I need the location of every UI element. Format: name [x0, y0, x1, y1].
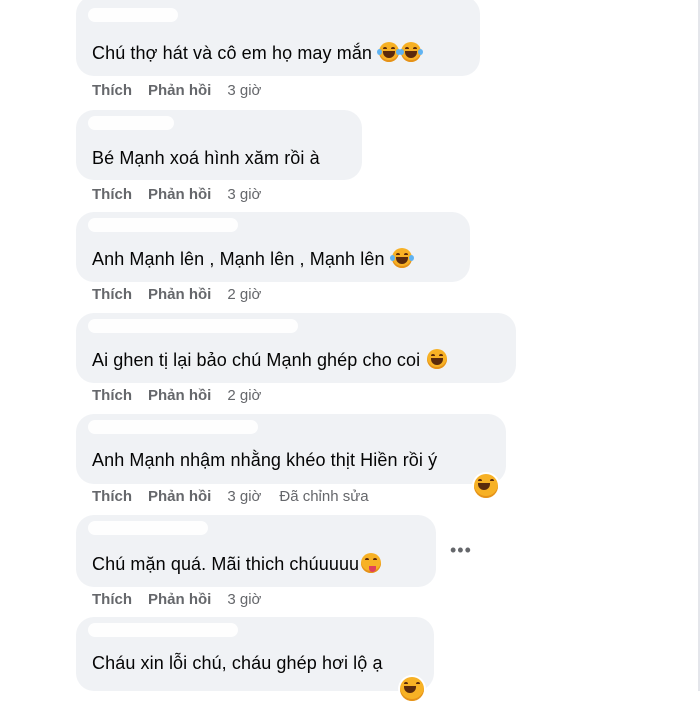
author-name-redacted[interactable]	[88, 420, 258, 434]
tongue-emoji-icon	[361, 553, 382, 573]
comment-bubble: Anh Mạnh lên , Mạnh lên , Mạnh lên	[76, 212, 470, 282]
comment-1: Chú thợ hát và cô em họ may mắn Thích Phả…	[76, 0, 480, 99]
author-name-redacted[interactable]	[88, 319, 298, 333]
more-options-icon[interactable]: •••	[450, 540, 472, 561]
like-button[interactable]: Thích	[92, 82, 132, 99]
comment-2: Bé Mạnh xoá hình xăm rồi à Thích Phản hồi…	[76, 110, 362, 203]
comment-3: Anh Mạnh lên , Mạnh lên , Mạnh lên Thích…	[76, 212, 470, 303]
comment-bubble: Ai ghen tị lại bảo chú Mạnh ghép cho coi	[76, 313, 516, 383]
comment-text: Ai ghen tị lại bảo chú Mạnh ghép cho coi	[92, 349, 448, 371]
timestamp[interactable]: 3 giờ	[227, 591, 261, 608]
like-button[interactable]: Thích	[92, 591, 132, 608]
like-button[interactable]: Thích	[92, 186, 132, 203]
reply-button[interactable]: Phản hồi	[148, 488, 211, 505]
comment-text: Cháu xin lỗi chú, cháu ghép hơi lộ ạ	[92, 653, 383, 673]
comment-actions: Thích Phản hồi 2 giờ	[92, 286, 279, 303]
comment-6: Chú mặn quá. Mãi thich chúuuuu Thích Phản…	[76, 515, 436, 608]
laughing-emoji-icon	[399, 42, 424, 62]
edited-label[interactable]: Đã chỉnh sửa	[279, 488, 368, 505]
comment-actions: Thích Phản hồi 2 giờ	[92, 387, 279, 404]
timestamp[interactable]: 2 giờ	[227, 387, 261, 404]
reply-button[interactable]: Phản hồi	[148, 387, 211, 404]
author-name-redacted[interactable]	[88, 116, 174, 130]
timestamp[interactable]: 3 giờ	[227, 488, 261, 505]
comment-bubble: Chú thợ hát và cô em họ may mắn	[76, 0, 480, 76]
like-button[interactable]: Thích	[92, 387, 132, 404]
reply-button[interactable]: Phản hồi	[148, 591, 211, 608]
like-button[interactable]: Thích	[92, 488, 132, 505]
comment-7: Cháu xin lỗi chú, cháu ghép hơi lộ ạ	[76, 617, 434, 703]
timestamp[interactable]: 3 giờ	[227, 186, 261, 203]
comment-bubble: Cháu xin lỗi chú, cháu ghép hơi lộ ạ	[76, 617, 434, 691]
comment-actions: Thích Phản hồi 3 giờ	[92, 82, 279, 99]
grinning-squint-emoji-icon	[427, 349, 448, 369]
grinning-squint-emoji-icon	[400, 677, 424, 701]
comment-text: Chú thợ hát và cô em họ may mắn	[92, 42, 424, 64]
author-name-redacted[interactable]	[88, 218, 238, 232]
comment-text: Bé Mạnh xoá hình xăm rồi à	[92, 148, 320, 168]
laughing-emoji-icon	[389, 248, 414, 268]
comment-bubble: Chú mặn quá. Mãi thich chúuuuu	[76, 515, 436, 587]
grinning-squint-emoji-icon	[474, 474, 498, 498]
comment-actions: Thích Phản hồi 3 giờ Đã chỉnh sửa	[92, 488, 387, 505]
comment-5: Anh Mạnh nhậm nhằng khéo thịt Hiền rồi ý…	[76, 414, 506, 505]
comment-4: Ai ghen tị lại bảo chú Mạnh ghép cho coi…	[76, 313, 516, 404]
laughing-emoji-icon	[377, 42, 402, 62]
timestamp[interactable]: 3 giờ	[227, 82, 261, 99]
reaction-emoji-icon	[398, 675, 426, 703]
comment-bubble: Anh Mạnh nhậm nhằng khéo thịt Hiền rồi ý	[76, 414, 506, 484]
comment-bubble: Bé Mạnh xoá hình xăm rồi à	[76, 110, 362, 180]
author-name-redacted[interactable]	[88, 521, 208, 535]
reply-button[interactable]: Phản hồi	[148, 286, 211, 303]
comment-text: Chú mặn quá. Mãi thich chúuuuu	[92, 553, 382, 575]
reply-button[interactable]: Phản hồi	[148, 186, 211, 203]
reply-button[interactable]: Phản hồi	[148, 82, 211, 99]
timestamp[interactable]: 2 giờ	[227, 286, 261, 303]
comment-text: Anh Mạnh nhậm nhằng khéo thịt Hiền rồi ý	[92, 450, 438, 470]
comment-actions: Thích Phản hồi 3 giờ	[92, 186, 279, 203]
comment-actions: Thích Phản hồi 3 giờ	[92, 591, 279, 608]
reaction-emoji-icon	[472, 472, 500, 500]
comment-text: Anh Mạnh lên , Mạnh lên , Mạnh lên	[92, 248, 414, 270]
like-button[interactable]: Thích	[92, 286, 132, 303]
author-name-redacted[interactable]	[88, 8, 178, 22]
author-name-redacted[interactable]	[88, 623, 238, 637]
